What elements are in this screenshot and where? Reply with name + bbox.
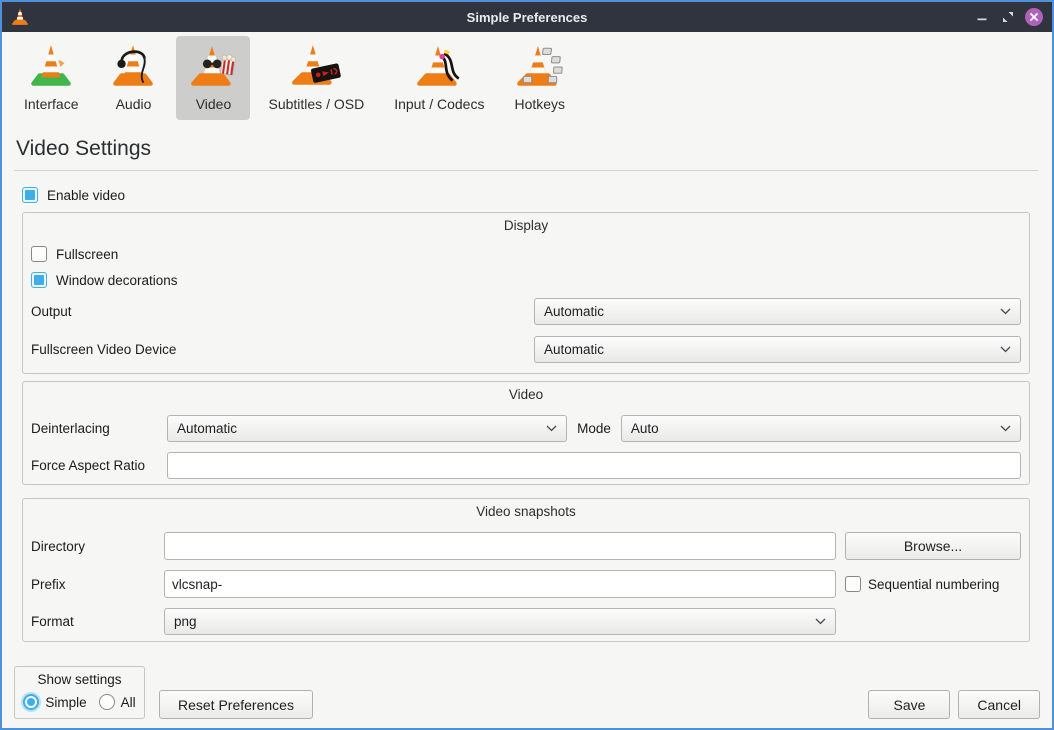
- restore-button[interactable]: [998, 7, 1018, 27]
- display-group-title: Display: [31, 218, 1021, 234]
- sequential-numbering-label: Sequential numbering: [868, 577, 999, 592]
- tab-input-codecs[interactable]: Input / Codecs: [382, 36, 496, 120]
- directory-label: Directory: [31, 539, 164, 554]
- tab-subtitles-osd[interactable]: Subtitles / OSD: [256, 36, 376, 120]
- output-select[interactable]: Automatic: [534, 298, 1021, 325]
- force-aspect-ratio-input[interactable]: [167, 452, 1021, 479]
- format-select[interactable]: png: [164, 608, 836, 635]
- preferences-toolbar: Interface Audio: [2, 32, 1052, 122]
- vlc-subtitles-icon: [291, 42, 341, 92]
- show-settings-title: Show settings: [37, 672, 121, 687]
- directory-row: Directory Browse...: [31, 532, 1021, 560]
- chevron-down-icon: [1000, 346, 1011, 353]
- content-area: Video Settings Enable video Display Full…: [2, 122, 1052, 666]
- window-decorations-label: Window decorations: [56, 273, 178, 288]
- force-aspect-ratio-row: Force Aspect Ratio: [31, 452, 1021, 479]
- radio-simple[interactable]: Simple: [23, 694, 86, 710]
- tab-label: Input / Codecs: [394, 96, 484, 112]
- close-icon: [1025, 8, 1043, 26]
- radio-all[interactable]: All: [99, 694, 136, 710]
- format-value: png: [174, 614, 815, 629]
- reset-preferences-button[interactable]: Reset Preferences: [159, 690, 313, 719]
- video-snapshots-group: Video snapshots Directory Browse... Pref…: [22, 498, 1030, 642]
- vlc-input-codecs-icon: [414, 42, 464, 92]
- all-radio-button[interactable]: [99, 694, 115, 710]
- prefix-input[interactable]: [164, 570, 836, 598]
- fullscreen-label: Fullscreen: [56, 247, 118, 262]
- deinterlacing-value: Automatic: [177, 421, 546, 436]
- minimize-button[interactable]: [972, 7, 992, 27]
- tab-interface[interactable]: Interface: [12, 36, 90, 120]
- show-settings-group: Show settings Simple All: [14, 666, 145, 719]
- deinterlacing-select[interactable]: Automatic: [167, 415, 567, 442]
- mode-label: Mode: [577, 421, 611, 436]
- cancel-button[interactable]: Cancel: [958, 690, 1040, 719]
- fullscreen-checkbox[interactable]: [31, 246, 47, 262]
- deinterlacing-row: Deinterlacing Automatic Mode Auto: [31, 415, 1021, 442]
- window-controls: [964, 7, 1044, 27]
- tab-label: Audio: [116, 96, 152, 112]
- enable-video-checkbox[interactable]: [22, 187, 38, 203]
- video-group-title: Video: [31, 387, 1021, 403]
- titlebar: Simple Preferences: [2, 2, 1052, 32]
- titlebar-left: [10, 7, 90, 27]
- fullscreen-video-device-select[interactable]: Automatic: [534, 336, 1021, 363]
- chevron-down-icon: [1000, 308, 1011, 315]
- vlc-logo-icon: [10, 7, 30, 27]
- vlc-interface-icon: [26, 42, 76, 92]
- simple-radio-label: Simple: [45, 695, 86, 710]
- save-button[interactable]: Save: [868, 690, 950, 719]
- close-button[interactable]: [1024, 7, 1044, 27]
- sequential-numbering-checkbox[interactable]: [845, 576, 861, 592]
- tab-label: Subtitles / OSD: [268, 96, 364, 112]
- deinterlacing-label: Deinterlacing: [31, 421, 167, 436]
- footer: Show settings Simple All Reset Preferenc…: [2, 666, 1052, 719]
- vlc-hotkeys-icon: [515, 42, 565, 92]
- browse-button[interactable]: Browse...: [845, 532, 1021, 560]
- fullscreen-row[interactable]: Fullscreen: [31, 246, 1021, 262]
- format-row: Format png: [31, 608, 1021, 635]
- tab-label: Interface: [24, 96, 78, 112]
- minimize-icon: [976, 11, 988, 23]
- title-divider: [14, 170, 1038, 171]
- fullscreen-video-device-value: Automatic: [544, 342, 1000, 357]
- sequential-numbering-row[interactable]: Sequential numbering: [845, 576, 999, 592]
- fullscreen-video-device-label: Fullscreen Video Device: [31, 342, 534, 357]
- video-snapshots-group-title: Video snapshots: [31, 504, 1021, 520]
- output-label: Output: [31, 304, 534, 319]
- simple-radio-button[interactable]: [23, 694, 39, 710]
- page-title: Video Settings: [16, 135, 1038, 163]
- directory-input[interactable]: [164, 532, 836, 560]
- fullscreen-video-device-row: Fullscreen Video Device Automatic: [31, 336, 1021, 363]
- video-group: Video Deinterlacing Automatic Mode Auto: [22, 381, 1030, 485]
- all-radio-label: All: [121, 695, 136, 710]
- enable-video-label: Enable video: [47, 188, 125, 203]
- tab-video[interactable]: Video: [176, 36, 250, 120]
- window-decorations-row[interactable]: Window decorations: [31, 272, 1021, 288]
- output-value: Automatic: [544, 304, 1000, 319]
- prefix-label: Prefix: [31, 577, 164, 592]
- tab-audio[interactable]: Audio: [96, 36, 170, 120]
- display-group: Display Fullscreen Window decorations Ou…: [22, 212, 1030, 374]
- tab-hotkeys[interactable]: Hotkeys: [502, 36, 577, 120]
- force-aspect-ratio-label: Force Aspect Ratio: [31, 458, 167, 473]
- chevron-down-icon: [815, 618, 826, 625]
- preferences-window: Simple Preferences: [0, 0, 1054, 730]
- window-title: Simple Preferences: [90, 10, 964, 25]
- chevron-down-icon: [546, 425, 557, 432]
- enable-video-row[interactable]: Enable video: [22, 187, 1038, 203]
- format-label: Format: [31, 614, 164, 629]
- vlc-video-icon: [188, 42, 238, 92]
- chevron-down-icon: [1000, 425, 1011, 432]
- mode-value: Auto: [631, 421, 1000, 436]
- prefix-row: Prefix Sequential numbering: [31, 570, 1021, 598]
- vlc-audio-icon: [108, 42, 158, 92]
- tab-label: Hotkeys: [514, 96, 565, 112]
- output-row: Output Automatic: [31, 298, 1021, 325]
- tab-label: Video: [196, 96, 232, 112]
- window-decorations-checkbox[interactable]: [31, 272, 47, 288]
- restore-icon: [1002, 11, 1014, 23]
- mode-select[interactable]: Auto: [621, 415, 1021, 442]
